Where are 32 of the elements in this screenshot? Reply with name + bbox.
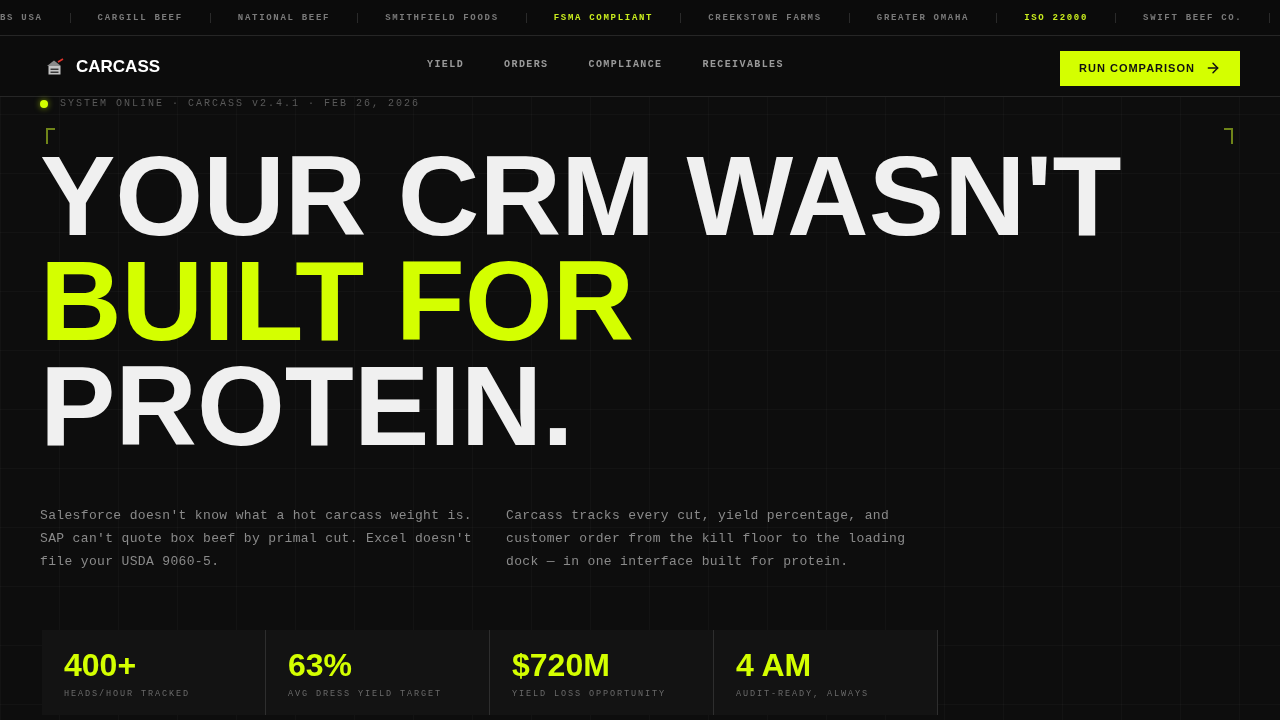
corner-bracket-icon <box>1224 128 1234 144</box>
nav-link[interactable]: YIELD <box>427 58 465 72</box>
stat-label: AUDIT-READY, ALWAYS <box>736 688 870 700</box>
ticker-text: FSMA COMPLIANT <box>553 11 654 24</box>
nav-link[interactable]: RECEIVABLES <box>702 58 784 72</box>
stat-value: $720M <box>512 649 610 681</box>
stat-value: 400+ <box>64 649 137 681</box>
ticker-text: CREEKSTONE FARMS <box>708 11 822 24</box>
headline-line: PROTEIN. <box>40 354 574 459</box>
headline-line: BUILT FOR <box>40 249 635 354</box>
ticker-text: CARGILL BEEF <box>97 11 183 24</box>
stat-label: YIELD LOSS OPPORTUNITY <box>512 688 667 700</box>
nav-link[interactable]: ORDERS <box>504 58 549 72</box>
stat-value: 63% <box>288 649 353 681</box>
stat-label: HEADS/HOUR TRACKED <box>64 688 190 700</box>
ticker-text: BS USA <box>0 11 43 24</box>
stat-value: 4 AM <box>736 649 812 681</box>
ticker-text: ISO 22000 <box>1024 11 1089 24</box>
ticker-text: SMITHFIELD FOODS <box>385 11 499 24</box>
ticker-text: GREATER OMAHA <box>876 11 970 24</box>
intro-paragraph: Carcass tracks every cut, yield percentage, and customer order from the kill floor to the loading dock — in one interface built for protein. <box>506 507 907 571</box>
ticker-text: NATIONAL BEEF <box>237 11 331 24</box>
logo-icon <box>46 58 64 76</box>
brand-name[interactable]: CARCASS <box>76 57 161 77</box>
status-text: SYSTEM ONLINE · CARCASS v2.4.1 · FEB 26, 2026 <box>60 97 421 110</box>
intro-paragraph: Salesforce doesn't know what a hot carcass weight is. SAP can't quote box beef by primal cut. Excel doesn't file your USDA 9060-5. <box>40 507 474 571</box>
stat-label: AVG DRESS YIELD TARGET <box>288 688 443 700</box>
nav-link[interactable]: COMPLIANCE <box>588 58 663 72</box>
run-comparison-button[interactable]: RUN COMPARISON <box>1060 50 1240 86</box>
ticker-text: SWIFT BEEF CO. <box>1143 11 1243 24</box>
headline-line: YOUR CRM WASN'T <box>40 144 1122 249</box>
corner-bracket-icon <box>46 128 56 144</box>
